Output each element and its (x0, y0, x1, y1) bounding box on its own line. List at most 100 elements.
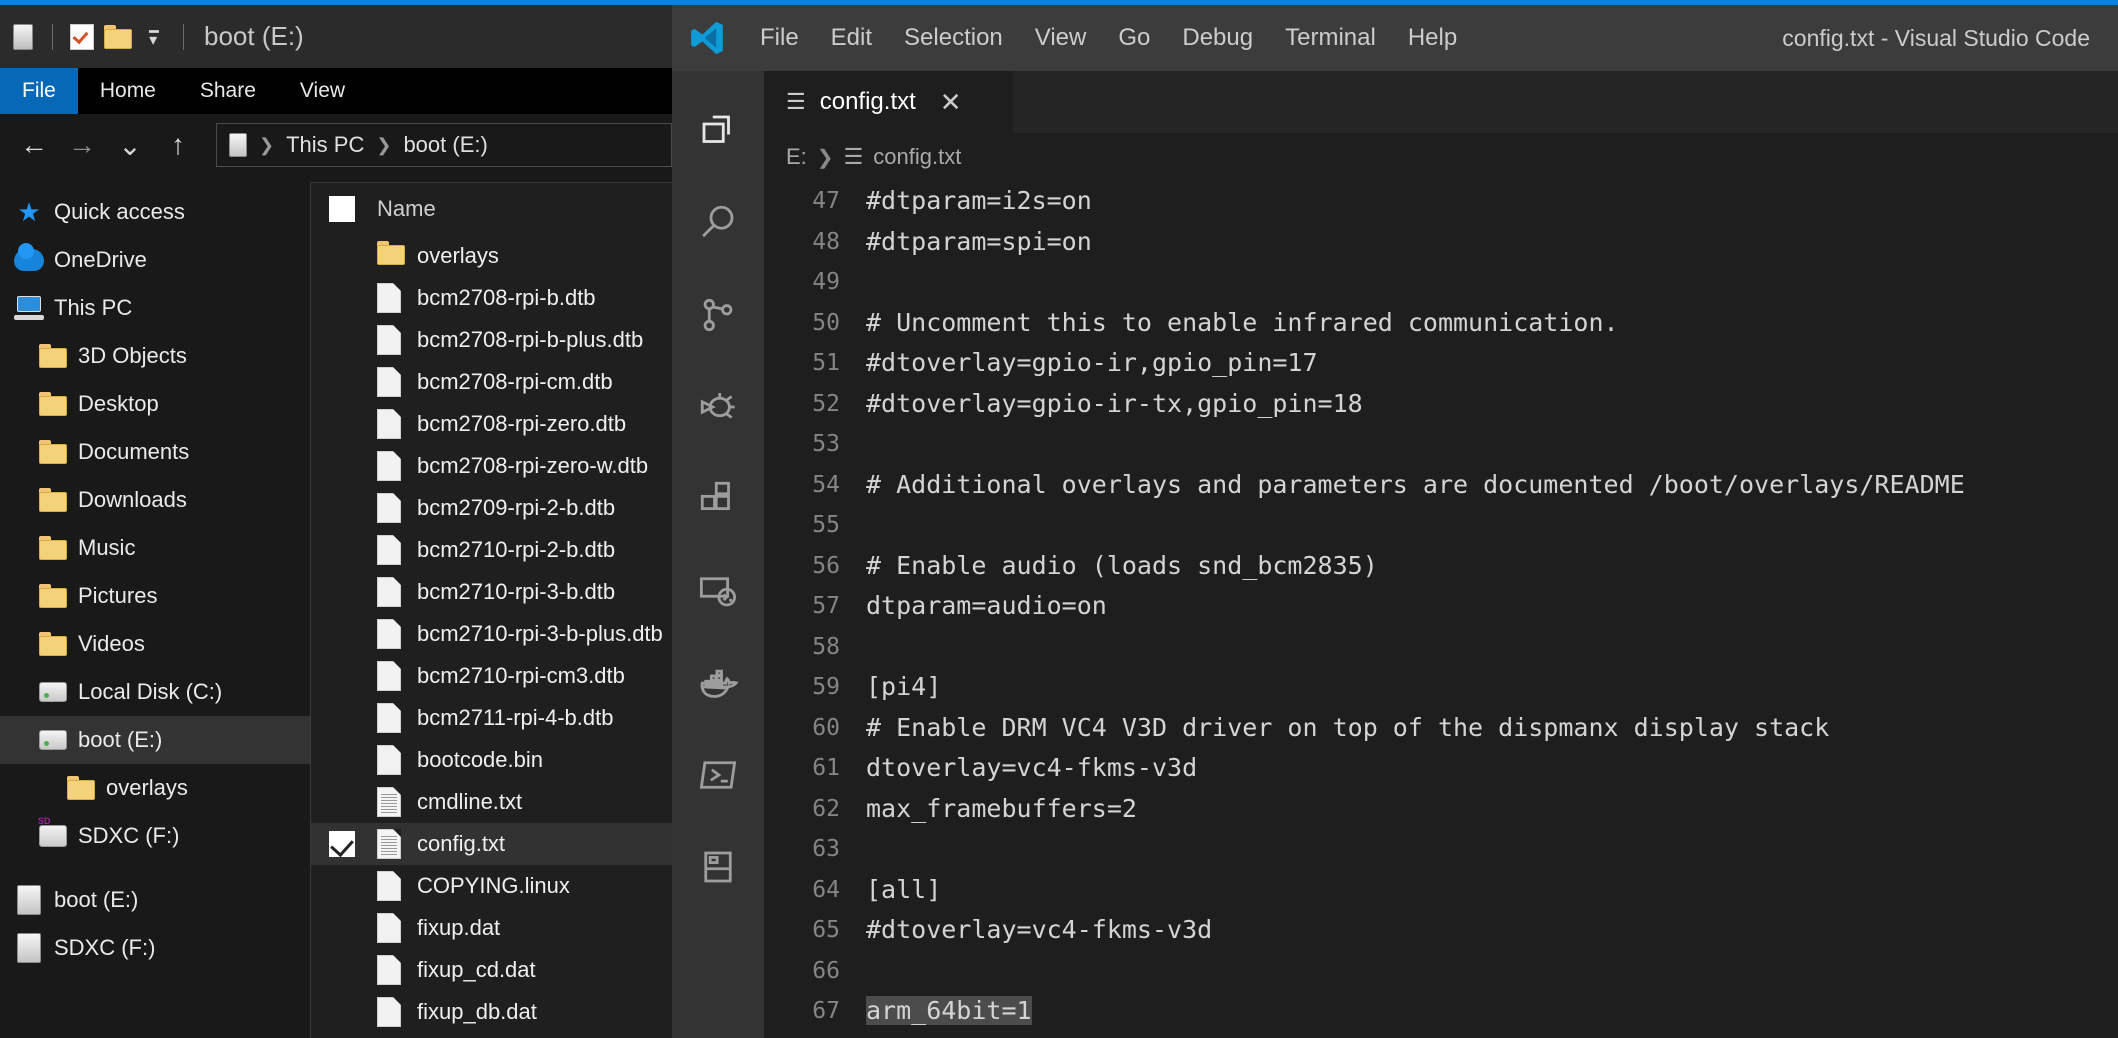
file-row[interactable]: bcm2711-rpi-4-b.dtb (311, 697, 672, 739)
file-row[interactable]: bcm2708-rpi-b.dtb (311, 277, 672, 319)
code-line[interactable]: 51 #dtoverlay=gpio-ir,gpio_pin=17 (764, 343, 2118, 384)
ribbon-tab-file[interactable]: File (0, 68, 78, 114)
menu-view[interactable]: View (1019, 18, 1103, 58)
code-line[interactable]: 58 (764, 627, 2118, 668)
properties-icon[interactable] (8, 22, 38, 52)
customize-dropdown-icon[interactable]: ━ ▾ (139, 22, 169, 52)
code-line[interactable]: 49 (764, 262, 2118, 303)
tree-item-network-boot-e[interactable]: boot (E:) (0, 876, 310, 924)
menu-terminal[interactable]: Terminal (1269, 18, 1392, 58)
tree-item-documents[interactable]: Documents (0, 428, 310, 476)
code-line[interactable]: 67 arm_64bit=1 (764, 991, 2118, 1032)
file-row[interactable]: bcm2710-rpi-cm3.dtb (311, 655, 672, 697)
database-icon[interactable] (672, 821, 764, 913)
menu-go[interactable]: Go (1102, 18, 1166, 58)
tree-item-downloads[interactable]: Downloads (0, 476, 310, 524)
menu-selection[interactable]: Selection (888, 18, 1019, 58)
code-line[interactable]: 53 (764, 424, 2118, 465)
file-row-checkbox[interactable] (329, 663, 355, 689)
file-row[interactable]: bcm2710-rpi-3-b-plus.dtb (311, 613, 672, 655)
ribbon-tab-home[interactable]: Home (78, 68, 178, 114)
file-row[interactable]: bcm2710-rpi-3-b.dtb (311, 571, 672, 613)
code-line[interactable]: 47 #dtparam=i2s=on (764, 181, 2118, 222)
file-row-checkbox[interactable] (329, 705, 355, 731)
file-row-checkbox[interactable] (329, 369, 355, 395)
tree-item-boot-e[interactable]: boot (E:) (0, 716, 310, 764)
tree-item-3d-objects[interactable]: 3D Objects (0, 332, 310, 380)
code-line[interactable]: 56 # Enable audio (loads snd_bcm2835) (764, 546, 2118, 587)
file-row[interactable]: cmdline.txt (311, 781, 672, 823)
tree-item-local-disk-c[interactable]: Local Disk (C:) (0, 668, 310, 716)
file-row-checkbox[interactable] (329, 411, 355, 437)
file-row-checkbox[interactable] (329, 243, 355, 269)
file-row-checkbox[interactable] (329, 789, 355, 815)
file-row[interactable]: fixup.dat (311, 907, 672, 949)
debug-icon[interactable] (672, 361, 764, 453)
code-line[interactable]: 63 (764, 829, 2118, 870)
breadcrumb-boot-e[interactable]: boot (E:) (403, 132, 487, 158)
source-control-icon[interactable] (672, 269, 764, 361)
file-row-checkbox[interactable] (329, 873, 355, 899)
code-line[interactable]: 64 [all] (764, 870, 2118, 911)
file-row-checkbox[interactable] (329, 831, 355, 857)
code-line[interactable]: 57 dtparam=audio=on (764, 586, 2118, 627)
code-editor[interactable]: 47 #dtparam=i2s=on 48 #dtparam=spi=on 49 50 # … (764, 181, 2118, 1038)
code-line[interactable]: 68 (764, 1032, 2118, 1038)
file-row-checkbox[interactable] (329, 957, 355, 983)
file-row[interactable]: COPYING.linux (311, 865, 672, 907)
checkbox-icon[interactable] (67, 22, 97, 52)
tree-item-sdxc-f[interactable]: SD SDXC (F:) (0, 812, 310, 860)
file-row[interactable]: bcm2708-rpi-zero-w.dtb (311, 445, 672, 487)
address-bar[interactable]: ❯ This PC ❯ boot (E:) (216, 123, 672, 167)
file-row[interactable]: overlays (311, 235, 672, 277)
code-line[interactable]: 54 # Additional overlays and parameters a… (764, 465, 2118, 506)
file-row[interactable]: fixup_cd.dat (311, 949, 672, 991)
menu-edit[interactable]: Edit (815, 18, 888, 58)
ribbon-tab-view[interactable]: View (278, 68, 367, 114)
tab-config-txt[interactable]: ☰ config.txt ✕ (764, 71, 1014, 133)
column-header-name[interactable]: Name (377, 196, 436, 222)
tree-item-music[interactable]: Music (0, 524, 310, 572)
file-row-checkbox[interactable] (329, 495, 355, 521)
code-line[interactable]: 61 dtoverlay=vc4-fkms-v3d (764, 748, 2118, 789)
code-line[interactable]: 66 (764, 951, 2118, 992)
file-row[interactable]: bcm2709-rpi-2-b.dtb (311, 487, 672, 529)
file-row-checkbox[interactable] (329, 579, 355, 605)
menu-help[interactable]: Help (1392, 18, 1473, 58)
code-line[interactable]: 59 [pi4] (764, 667, 2118, 708)
file-row-checkbox[interactable] (329, 327, 355, 353)
code-line[interactable]: 60 # Enable DRM VC4 V3D driver on top of … (764, 708, 2118, 749)
tree-item-onedrive[interactable]: OneDrive (0, 236, 310, 284)
code-line[interactable]: 52 #dtoverlay=gpio-ir-tx,gpio_pin=18 (764, 384, 2118, 425)
new-folder-icon[interactable] (103, 22, 133, 52)
powershell-icon[interactable] (672, 729, 764, 821)
file-row-checkbox[interactable] (329, 747, 355, 773)
tree-item-pictures[interactable]: Pictures (0, 572, 310, 620)
code-line[interactable]: 55 (764, 505, 2118, 546)
breadcrumb-file[interactable]: config.txt (873, 144, 961, 170)
search-icon[interactable] (672, 177, 764, 269)
up-button[interactable]: ↑ (154, 121, 202, 169)
tree-item-quick-access[interactable]: ★ Quick access (0, 188, 310, 236)
file-row[interactable]: fixup_db.dat (311, 991, 672, 1033)
forward-button[interactable]: → (58, 121, 106, 169)
code-line[interactable]: 62 max_framebuffers=2 (764, 789, 2118, 830)
menu-file[interactable]: File (744, 18, 815, 58)
file-row-checkbox[interactable] (329, 285, 355, 311)
breadcrumb-this-pc[interactable]: This PC (286, 132, 364, 158)
file-row-checkbox[interactable] (329, 453, 355, 479)
ribbon-tab-share[interactable]: Share (178, 68, 278, 114)
file-row[interactable]: config.txt (311, 823, 672, 865)
docker-icon[interactable] (672, 637, 764, 729)
recent-locations-button[interactable]: ⌄ (106, 121, 154, 169)
file-row[interactable]: bcm2708-rpi-zero.dtb (311, 403, 672, 445)
file-row-checkbox[interactable] (329, 999, 355, 1025)
file-row-checkbox[interactable] (329, 621, 355, 647)
back-button[interactable]: ← (10, 121, 58, 169)
file-row[interactable]: bcm2708-rpi-b-plus.dtb (311, 319, 672, 361)
select-all-checkbox[interactable] (329, 196, 355, 222)
tree-item-desktop[interactable]: Desktop (0, 380, 310, 428)
code-line[interactable]: 65 #dtoverlay=vc4-fkms-v3d (764, 910, 2118, 951)
tree-item-network-sdxc-f[interactable]: SDXC (F:) (0, 924, 310, 972)
file-row[interactable]: bcm2708-rpi-cm.dtb (311, 361, 672, 403)
